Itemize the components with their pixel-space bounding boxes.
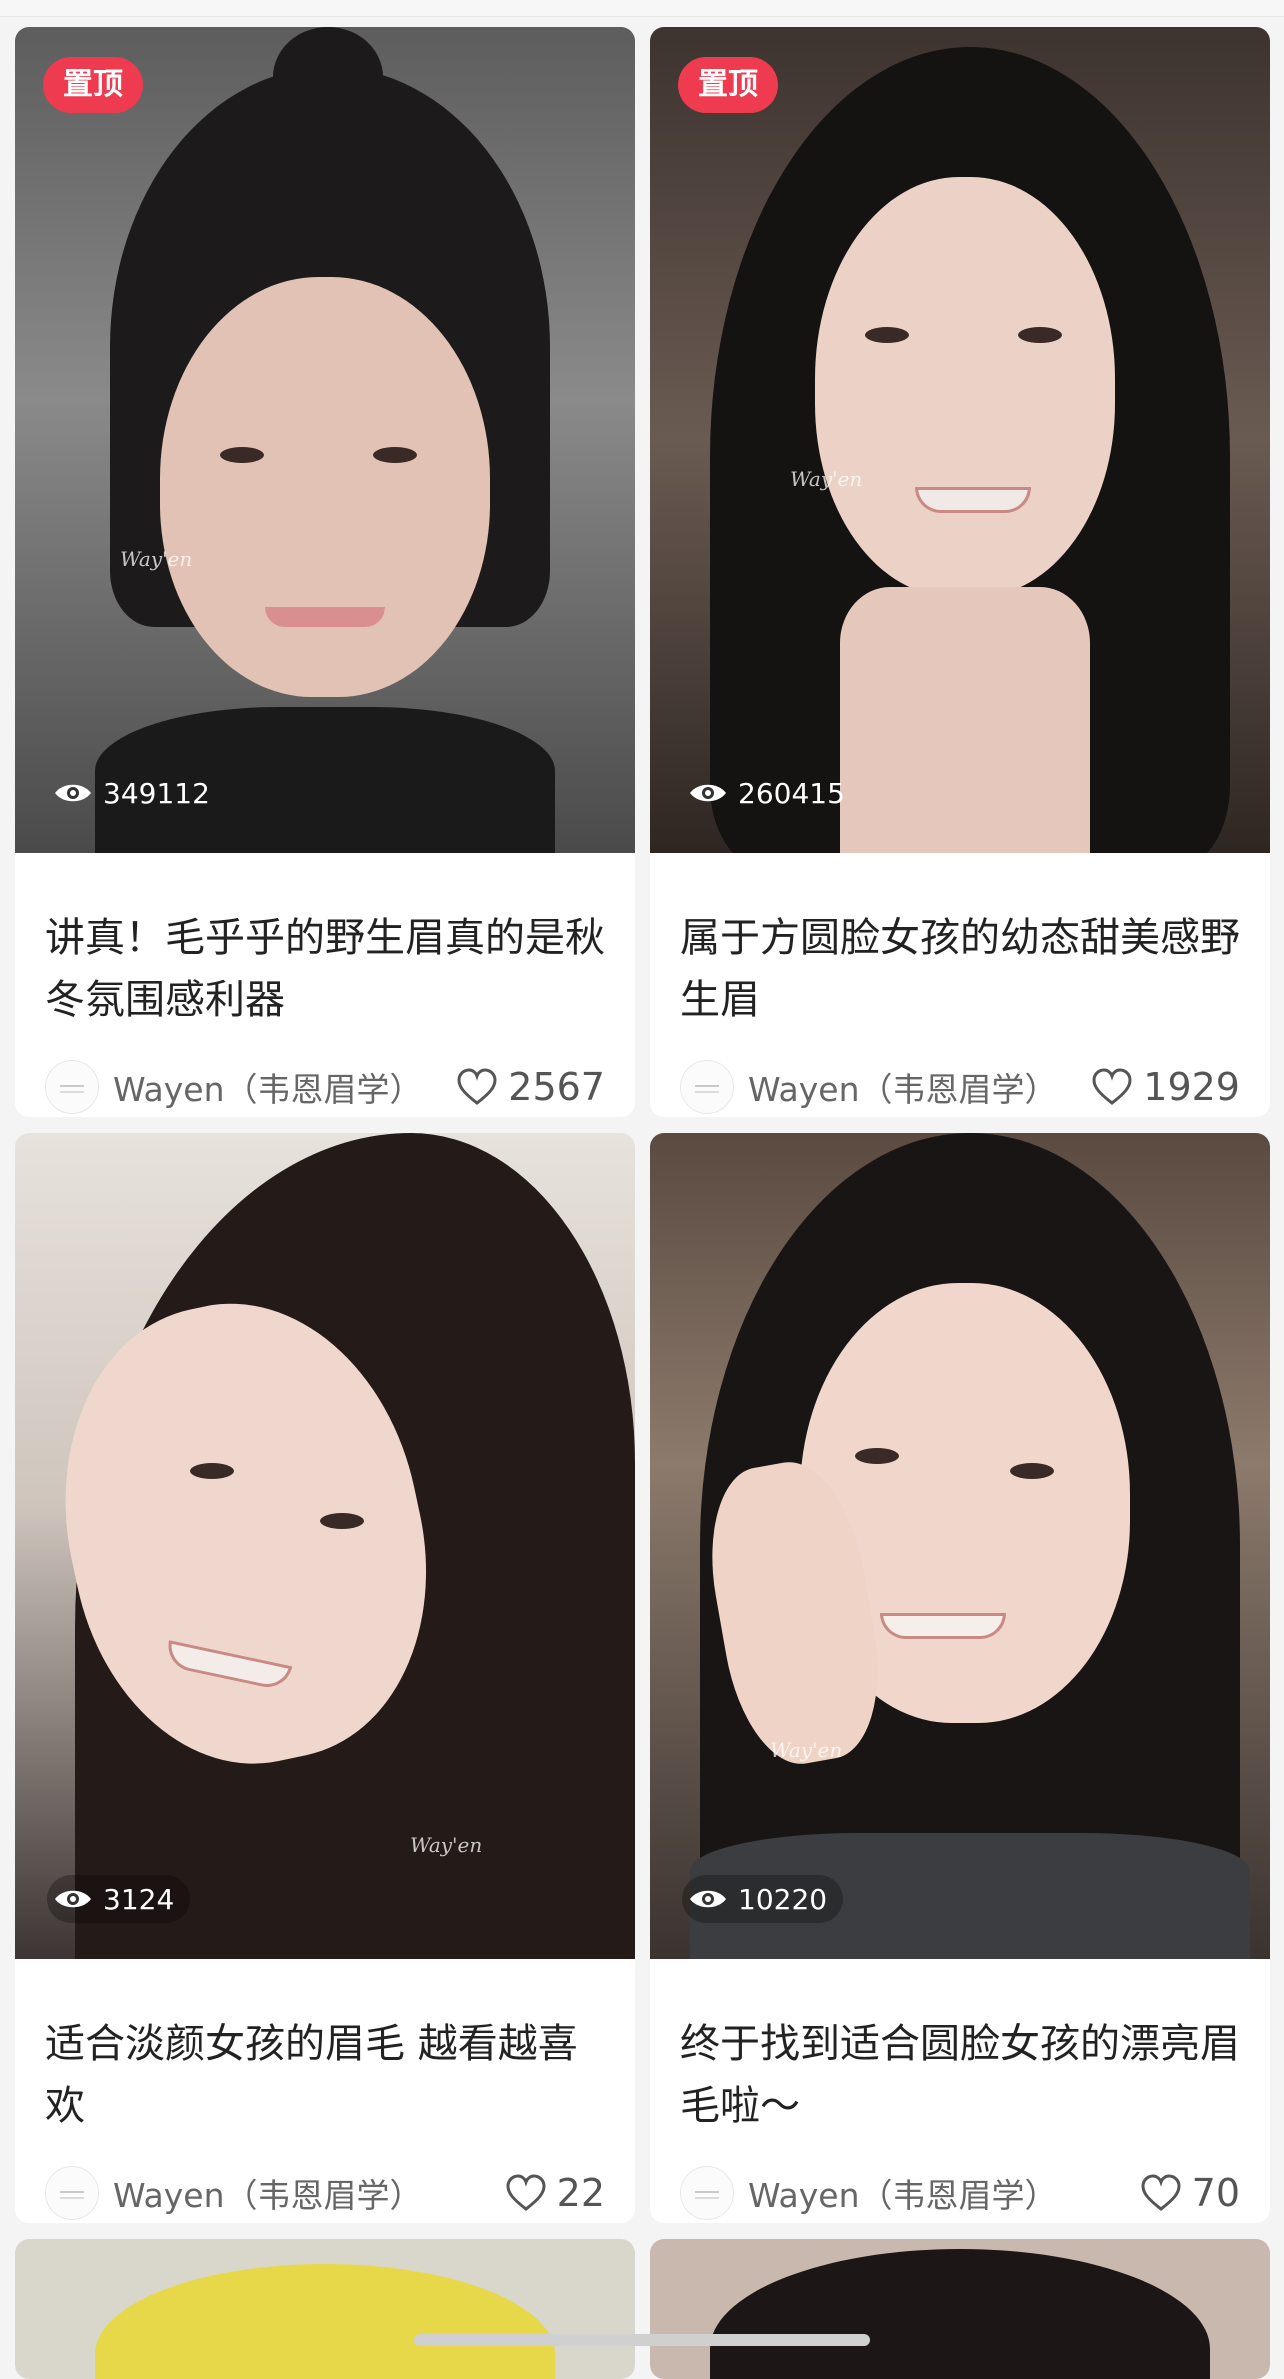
avatar[interactable] [680, 1060, 734, 1114]
author-name[interactable]: Wayen（韦恩眉学） [748, 2169, 1058, 2217]
like-button[interactable]: 2567 [456, 1057, 605, 1117]
pinned-badge: 置顶 [43, 57, 143, 113]
post-title[interactable]: 终于找到适合圆脸女孩的漂亮眉毛啦～ [680, 2013, 1250, 2137]
post-image[interactable]: Way'en 3124 [15, 1133, 635, 1959]
author-name[interactable]: Wayen（韦恩眉学） [113, 1063, 423, 1111]
top-divider [0, 0, 1284, 17]
view-count: 349112 [47, 769, 226, 817]
post-card[interactable]: Way'en 10220 终于找到适合圆脸女孩的漂亮眉毛啦～ Wayen（韦恩眉… [650, 1133, 1270, 2223]
post-card[interactable]: Way'en 置顶 260415 属于方圆脸女孩的幼态甜美感野生眉 Wayen（… [650, 27, 1270, 1117]
heart-outline-icon[interactable] [1091, 1068, 1133, 1106]
like-count: 70 [1191, 2171, 1240, 2215]
view-count-value: 3124 [103, 1882, 175, 1916]
post-card[interactable] [15, 2239, 635, 2379]
author-name[interactable]: Wayen（韦恩眉学） [748, 1063, 1058, 1111]
post-image[interactable]: Way'en 置顶 260415 [650, 27, 1270, 853]
like-button[interactable]: 1929 [1091, 1057, 1240, 1117]
pinned-badge: 置顶 [678, 57, 778, 113]
watermark: Way'en [120, 547, 193, 571]
post-title[interactable]: 属于方圆脸女孩的幼态甜美感野生眉 [680, 907, 1250, 1031]
like-button[interactable]: 22 [505, 2163, 605, 2223]
eye-icon [55, 1890, 91, 1908]
post-image[interactable] [650, 2239, 1270, 2379]
post-card[interactable] [650, 2239, 1270, 2379]
post-card[interactable]: Way'en 3124 适合淡颜女孩的眉毛 越看越喜欢 Wayen（韦恩眉学） … [15, 1133, 635, 2223]
watermark: Way'en [410, 1833, 483, 1857]
watermark: Way'en [770, 1738, 843, 1762]
avatar[interactable] [45, 2166, 99, 2220]
heart-outline-icon[interactable] [1140, 2174, 1182, 2212]
like-count: 2567 [508, 1065, 605, 1109]
view-count-value: 260415 [738, 776, 845, 810]
eye-icon [690, 784, 726, 802]
like-count: 22 [556, 2171, 605, 2215]
like-button[interactable]: 70 [1140, 2163, 1240, 2223]
eye-icon [55, 784, 91, 802]
view-count-value: 349112 [103, 776, 210, 810]
post-card[interactable]: Way'en 置顶 349112 讲真！毛乎乎的野生眉真的是秋冬氛围感利器 Wa… [15, 27, 635, 1117]
view-count-value: 10220 [738, 1882, 828, 1916]
heart-outline-icon[interactable] [456, 1068, 498, 1106]
view-count: 10220 [682, 1875, 844, 1923]
post-title[interactable]: 适合淡颜女孩的眉毛 越看越喜欢 [45, 2013, 615, 2137]
author[interactable]: Wayen（韦恩眉学） [680, 1057, 1058, 1117]
avatar[interactable] [45, 1060, 99, 1114]
watermark: Way'en [790, 467, 863, 491]
post-title[interactable]: 讲真！毛乎乎的野生眉真的是秋冬氛围感利器 [45, 907, 615, 1031]
view-count: 260415 [682, 769, 861, 817]
view-count: 3124 [47, 1875, 191, 1923]
post-image[interactable]: Way'en 置顶 349112 [15, 27, 635, 853]
post-image[interactable] [15, 2239, 635, 2379]
author-name[interactable]: Wayen（韦恩眉学） [113, 2169, 423, 2217]
author[interactable]: Wayen（韦恩眉学） [45, 2163, 423, 2223]
home-indicator[interactable] [414, 2334, 870, 2346]
eye-icon [690, 1890, 726, 1908]
heart-outline-icon[interactable] [505, 2174, 547, 2212]
author[interactable]: Wayen（韦恩眉学） [680, 2163, 1058, 2223]
post-image[interactable]: Way'en 10220 [650, 1133, 1270, 1959]
author[interactable]: Wayen（韦恩眉学） [45, 1057, 423, 1117]
avatar[interactable] [680, 2166, 734, 2220]
like-count: 1929 [1143, 1065, 1240, 1109]
